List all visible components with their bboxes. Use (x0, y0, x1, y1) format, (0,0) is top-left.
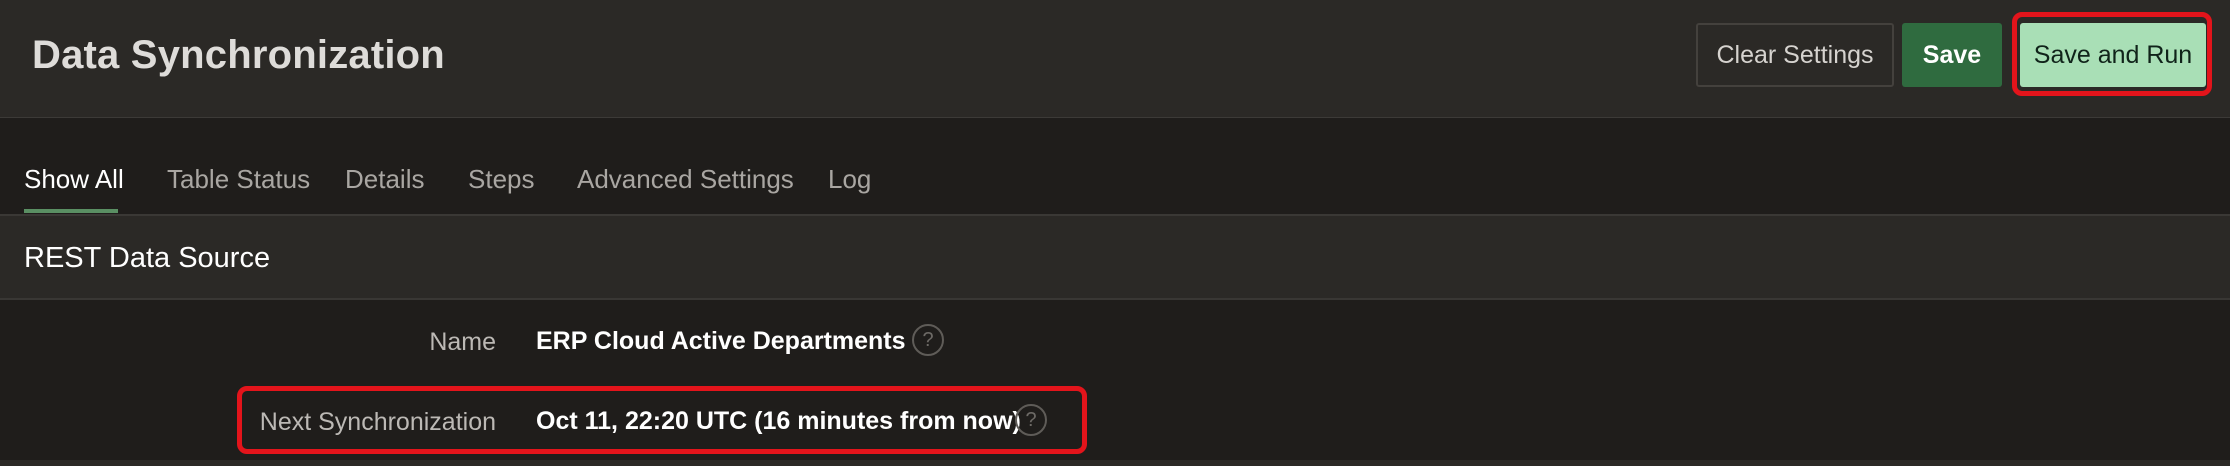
name-label: Name (429, 328, 496, 356)
tab-advanced-settings[interactable]: Advanced Settings (577, 164, 794, 195)
help-circle-icon[interactable]: ? (912, 324, 944, 356)
tab-show-all[interactable]: Show All (24, 164, 124, 195)
field-row-next-synchronization: Next Synchronization Oct 11, 22:20 UTC (… (0, 380, 2230, 460)
tab-steps[interactable]: Steps (468, 164, 535, 195)
field-row-name: Name ERP Cloud Active Departments ? (0, 300, 2230, 380)
help-glyph: ? (1025, 408, 1037, 431)
next-synchronization-label: Next Synchronization (259, 408, 496, 436)
name-value: ERP Cloud Active Departments (536, 327, 906, 355)
page: Data Synchronization Clear Settings Save… (0, 0, 2230, 466)
next-synchronization-value: Oct 11, 22:20 UTC (16 minutes from now) (536, 407, 1021, 435)
save-button[interactable]: Save (1902, 23, 2002, 87)
help-circle-icon[interactable]: ? (1015, 404, 1047, 436)
region-header: REST Data Source (0, 216, 2230, 300)
form-area: Name ERP Cloud Active Departments ? Next… (0, 300, 2230, 466)
region-title: REST Data Source (24, 242, 271, 274)
save-and-run-button[interactable]: Save and Run (2020, 23, 2206, 87)
page-title: Data Synchronization (32, 33, 445, 77)
help-glyph: ? (922, 328, 934, 351)
tab-log[interactable]: Log (828, 164, 871, 195)
tab-details[interactable]: Details (345, 164, 424, 195)
page-header: Data Synchronization Clear Settings Save… (0, 0, 2230, 118)
clear-settings-button[interactable]: Clear Settings (1696, 23, 1894, 87)
tab-bar: Show All Table Status Details Steps Adva… (0, 118, 2230, 216)
region-bottom-edge (0, 460, 2230, 466)
tab-table-status[interactable]: Table Status (167, 164, 310, 195)
active-tab-indicator (24, 209, 118, 213)
